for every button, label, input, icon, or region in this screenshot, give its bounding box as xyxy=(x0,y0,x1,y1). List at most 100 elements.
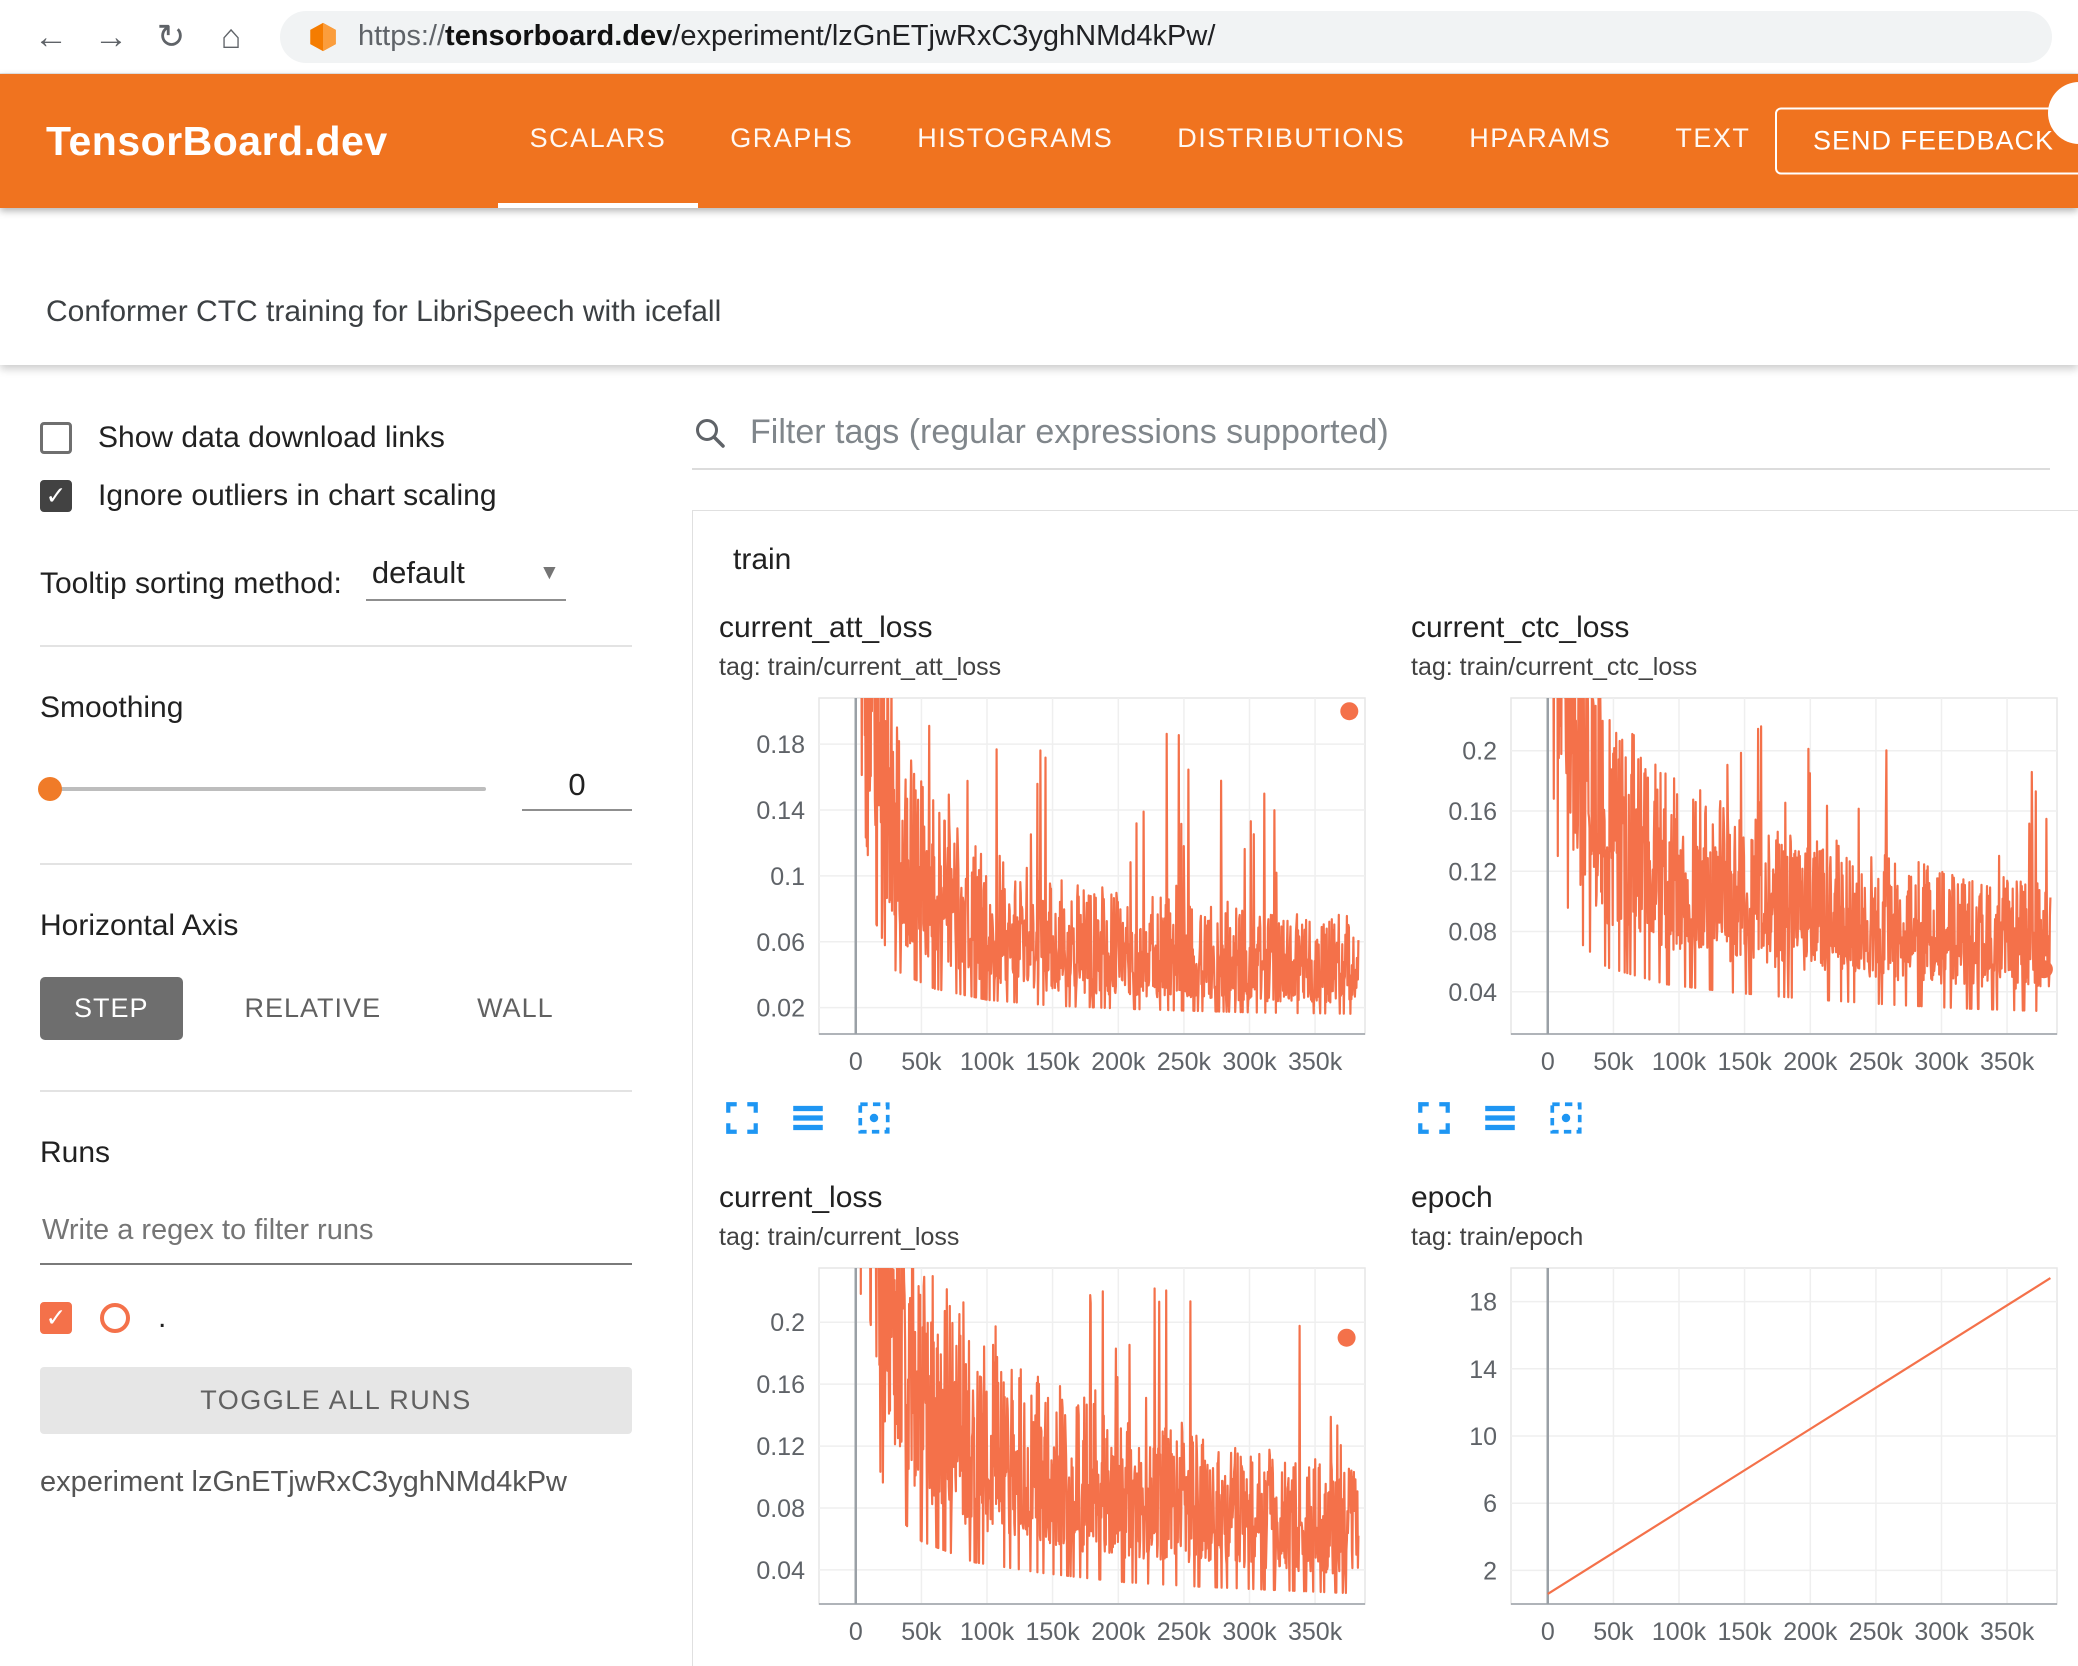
chart-current_ctc_loss: current_ctc_loss tag: train/current_ctc_l… xyxy=(1411,611,2078,1137)
svg-text:0: 0 xyxy=(1541,1048,1555,1076)
chart-plot[interactable]: 0.02 0.06 0.1 0.14 0.18 0 50k 100k 150k 200k 250k 3… xyxy=(719,686,1379,1084)
svg-text:200k: 200k xyxy=(1091,1618,1146,1646)
fullscreen-icon[interactable] xyxy=(1415,1099,1453,1137)
chart-plot[interactable]: 0.04 0.08 0.12 0.16 0.2 0 50k 100k 150k 200k 250k 3… xyxy=(719,1256,1379,1654)
tab-scalars[interactable]: SCALARS xyxy=(497,74,699,208)
svg-text:0.12: 0.12 xyxy=(1448,858,1497,886)
url-text: https://tensorboard.dev/experiment/lzGnE… xyxy=(358,20,1215,53)
ignore-outliers-checkbox[interactable]: ✓ xyxy=(40,480,72,512)
chart-current_att_loss: current_att_loss tag: train/current_att_l… xyxy=(719,611,1411,1137)
experiment-id-label: experiment lzGnETjwRxC3yghNMd4kPw xyxy=(40,1466,567,1498)
smoothing-value[interactable]: 0 xyxy=(522,767,632,811)
svg-text:0.08: 0.08 xyxy=(1448,919,1497,947)
experiment-title: Conformer CTC training for LibriSpeech w… xyxy=(46,295,722,328)
svg-text:200k: 200k xyxy=(1783,1048,1838,1076)
svg-text:250k: 250k xyxy=(1849,1618,1904,1646)
svg-text:50k: 50k xyxy=(901,1048,942,1076)
svg-text:0.1: 0.1 xyxy=(770,863,805,891)
url-domain: tensorboard.dev xyxy=(445,20,673,52)
experiment-title-bar: Conformer CTC training for LibriSpeech w… xyxy=(0,208,2078,365)
divider xyxy=(40,645,632,647)
chart-toolbar xyxy=(1411,1099,2078,1137)
run-checkbox[interactable]: ✓ xyxy=(40,1302,72,1334)
smoothing-slider[interactable] xyxy=(38,777,486,801)
chart-plot[interactable]: 0.04 0.08 0.12 0.16 0.2 0 50k 100k 150k 200k 250k 3… xyxy=(1411,686,2071,1084)
fullscreen-icon[interactable] xyxy=(723,1099,761,1137)
forward-icon[interactable]: → xyxy=(86,0,136,74)
svg-text:150k: 150k xyxy=(1717,1048,1772,1076)
fit-domain-icon[interactable] xyxy=(855,1099,893,1137)
back-icon[interactable]: ← xyxy=(26,0,76,74)
tab-histograms[interactable]: HISTOGRAMS xyxy=(885,74,1145,208)
svg-text:100k: 100k xyxy=(960,1048,1015,1076)
filter-tags-input[interactable] xyxy=(750,413,2050,452)
run-row: ✓ . xyxy=(40,1301,632,1335)
axis-relative-button[interactable]: RELATIVE xyxy=(211,977,416,1040)
chart-current_loss: current_loss tag: train/current_loss 0.04 0… xyxy=(719,1181,1411,1659)
tooltip-sorting-select[interactable]: default ▼ xyxy=(365,555,566,601)
reload-icon[interactable]: ↻ xyxy=(146,0,196,74)
svg-text:18: 18 xyxy=(1469,1289,1497,1317)
send-feedback-button[interactable]: SEND FEEDBACK xyxy=(1774,107,2078,175)
runs-label: Runs xyxy=(40,1136,111,1169)
content: Show data download links ✓ Ignore outlie… xyxy=(0,365,2078,1666)
chart-tag: tag: train/current_att_loss xyxy=(719,653,1002,681)
tooltip-sorting-label: Tooltip sorting method: xyxy=(40,567,342,600)
fit-domain-icon[interactable] xyxy=(1547,1099,1585,1137)
svg-text:150k: 150k xyxy=(1025,1048,1080,1076)
data-lines-icon[interactable] xyxy=(1481,1099,1519,1137)
chart-plot[interactable]: 2 6 10 14 18 0 50k 100k 150k 200k 250k 300k 350k xyxy=(1411,1256,2071,1654)
svg-text:2: 2 xyxy=(1483,1557,1497,1585)
svg-text:0.16: 0.16 xyxy=(756,1371,805,1399)
svg-text:0: 0 xyxy=(849,1048,863,1076)
tab-distributions[interactable]: DISTRIBUTIONS xyxy=(1145,74,1437,208)
tab-graphs[interactable]: GRAPHS xyxy=(698,74,885,208)
smoothing-label: Smoothing xyxy=(40,691,184,724)
svg-text:100k: 100k xyxy=(1652,1618,1707,1646)
show-download-links-label: Show data download links xyxy=(98,421,445,454)
tensorboard-favicon-icon xyxy=(306,20,340,54)
svg-text:0.12: 0.12 xyxy=(756,1433,805,1461)
chart-title: current_att_loss xyxy=(719,611,933,644)
scalars-main: train current_att_loss tag: train/current… xyxy=(652,365,2078,1666)
tab-bar: SCALARS GRAPHS HISTOGRAMS DISTRIBUTIONS HPAR… xyxy=(497,74,1783,208)
svg-text:100k: 100k xyxy=(960,1618,1015,1646)
search-icon xyxy=(696,418,725,448)
svg-text:350k: 350k xyxy=(1288,1618,1343,1646)
filter-tags-row xyxy=(692,413,2050,470)
axis-step-button[interactable]: STEP xyxy=(40,977,183,1040)
run-color-circle xyxy=(100,1303,130,1333)
svg-text:0.04: 0.04 xyxy=(1448,979,1497,1007)
train-group-title[interactable]: train xyxy=(693,511,2078,603)
svg-text:6: 6 xyxy=(1483,1490,1497,1518)
svg-text:250k: 250k xyxy=(1157,1618,1212,1646)
smoothing-slider-thumb[interactable] xyxy=(38,777,62,801)
chart-toolbar xyxy=(719,1099,1411,1137)
chart-tag: tag: train/epoch xyxy=(1411,1223,1584,1251)
axis-wall-button[interactable]: WALL xyxy=(443,977,588,1040)
home-icon[interactable]: ⌂ xyxy=(206,0,256,74)
svg-text:250k: 250k xyxy=(1849,1048,1904,1076)
run-name: . xyxy=(158,1301,167,1334)
toggle-all-runs-button[interactable]: TOGGLE ALL RUNS xyxy=(40,1367,632,1434)
svg-text:200k: 200k xyxy=(1783,1618,1838,1646)
svg-text:0.04: 0.04 xyxy=(756,1557,805,1585)
svg-text:50k: 50k xyxy=(1593,1618,1634,1646)
svg-text:0.2: 0.2 xyxy=(1462,738,1497,766)
svg-text:150k: 150k xyxy=(1025,1618,1080,1646)
address-bar[interactable]: https://tensorboard.dev/experiment/lzGnE… xyxy=(280,10,2052,63)
svg-text:10: 10 xyxy=(1469,1423,1497,1451)
svg-text:50k: 50k xyxy=(901,1618,942,1646)
tab-text[interactable]: TEXT xyxy=(1643,74,1782,208)
settings-sidebar: Show data download links ✓ Ignore outlie… xyxy=(0,365,652,1666)
chart-tag: tag: train/current_loss xyxy=(719,1223,960,1251)
svg-text:0: 0 xyxy=(849,1618,863,1646)
chart-title: current_loss xyxy=(719,1181,883,1214)
app-header: TensorBoard.dev SCALARS GRAPHS HISTOGRAMS D… xyxy=(0,74,2078,208)
show-download-links-checkbox[interactable] xyxy=(40,422,72,454)
svg-text:300k: 300k xyxy=(1914,1048,1969,1076)
tab-hparams[interactable]: HPARAMS xyxy=(1437,74,1643,208)
runs-filter-input[interactable] xyxy=(40,1198,632,1265)
data-lines-icon[interactable] xyxy=(789,1099,827,1137)
divider xyxy=(40,863,632,865)
